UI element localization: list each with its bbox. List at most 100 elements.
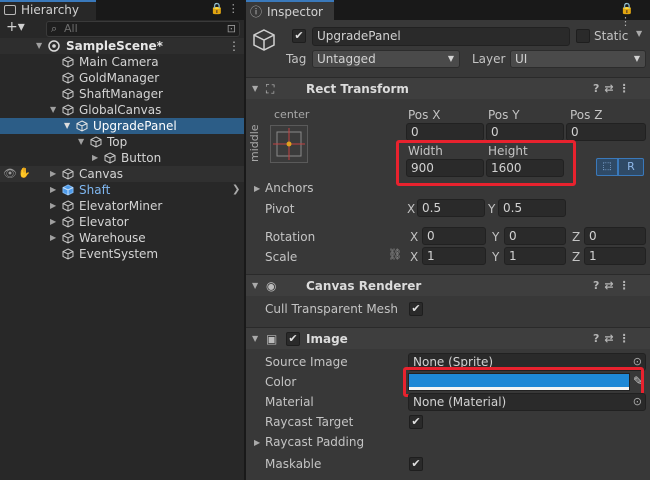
filter-icon[interactable]: ⊡ <box>227 22 236 36</box>
image-enabled-checkbox[interactable]: ✔ <box>286 332 300 346</box>
foldout-arrow-icon[interactable]: ▶ <box>254 438 260 447</box>
cull-transparent-mesh-checkbox[interactable]: ✔ <box>409 302 423 316</box>
search-input[interactable]: ⌕ All ⊡ <box>46 21 240 37</box>
hierarchy-tab[interactable]: Hierarchy <box>0 0 96 20</box>
list-item-label: Elevator <box>79 215 129 229</box>
expand-arrow-icon[interactable]: ▼ <box>50 102 56 118</box>
raycast-target-checkbox[interactable]: ✔ <box>409 415 423 429</box>
object-name-field[interactable]: UpgradePanel <box>312 27 570 46</box>
expand-arrow-icon[interactable]: ▼ <box>78 134 84 150</box>
list-item[interactable]: Main Camera <box>0 54 244 70</box>
help-icon[interactable]: ? <box>593 332 604 345</box>
component-controls: ?⇄⋮ <box>593 275 635 297</box>
raycast-padding-label: Raycast Padding <box>265 435 365 449</box>
scale-x-field[interactable]: 1 <box>422 247 486 265</box>
list-item[interactable]: ▶ ElevatorMiner <box>0 198 244 214</box>
more-icon[interactable]: ⋮ <box>620 15 635 28</box>
add-icon[interactable]: +▾ <box>6 19 25 35</box>
layer-dropdown[interactable]: UI ▼ <box>510 50 646 68</box>
static-checkbox[interactable] <box>576 29 590 43</box>
prefab-icon <box>62 184 74 196</box>
list-item[interactable]: GoldManager <box>0 70 244 86</box>
scene-row[interactable]: ▼ SampleScene* ⋮ <box>0 38 244 54</box>
foldout-arrow-icon[interactable]: ▼ <box>252 275 258 297</box>
pos-y-field[interactable]: 0 <box>486 123 564 141</box>
pos-z-field[interactable]: 0 <box>566 123 646 141</box>
list-item-label: GoldManager <box>79 71 160 85</box>
image-header[interactable]: ▼ ▣ ✔ Image ?⇄⋮ <box>246 327 650 349</box>
anchors-label: Anchors <box>265 181 314 195</box>
list-item[interactable]: ▼ Top <box>0 134 244 150</box>
scale-y-field[interactable]: 1 <box>504 247 566 265</box>
help-icon[interactable]: ? <box>593 82 604 95</box>
list-item-label: Button <box>121 151 162 165</box>
collapse-arrow-icon[interactable]: ▶ <box>50 198 56 214</box>
component-controls: ?⇄⋮ <box>593 328 635 350</box>
chevron-down-icon: ▼ <box>447 54 454 63</box>
scale-z-letter: Z <box>572 250 581 264</box>
list-item[interactable]: ShaftManager <box>0 86 244 102</box>
pos-y-label: Pos Y <box>488 108 520 122</box>
preset-icon[interactable]: ⇄ <box>604 332 618 345</box>
hierarchy-toolbar: +▾ ⌕ All ⊡ <box>0 19 244 38</box>
more-icon[interactable]: ⋮ <box>619 332 635 345</box>
expand-arrow-icon[interactable]: ▼ <box>36 38 42 54</box>
rotation-z-field[interactable]: 0 <box>584 227 646 245</box>
help-icon[interactable]: ? <box>593 279 604 292</box>
rotation-label: Rotation <box>265 230 316 244</box>
tag-dropdown[interactable]: Untagged ▼ <box>312 50 460 68</box>
more-icon[interactable]: ⋮ <box>228 38 240 54</box>
material-field[interactable]: None (Material) ⊙ <box>408 393 646 411</box>
list-item[interactable]: ▶ Shaft ❯ <box>0 182 244 198</box>
pick-hand-icon[interactable]: ✋ <box>18 166 30 182</box>
visibility-eye-icon[interactable]: 👁 <box>3 166 17 182</box>
canvas-renderer-header[interactable]: ▼ ◉ Canvas Renderer ?⇄⋮ <box>246 274 650 296</box>
rotation-x-field[interactable]: 0 <box>422 227 486 245</box>
pos-x-field[interactable]: 0 <box>406 123 484 141</box>
object-picker-icon[interactable]: ⊙ <box>633 394 642 410</box>
collapse-arrow-icon[interactable]: ▶ <box>50 214 56 230</box>
list-item-selected[interactable]: ▼ UpgradePanel <box>0 118 244 134</box>
list-item[interactable]: ▼ GlobalCanvas <box>0 102 244 118</box>
lock-icon[interactable]: 🔒 <box>210 2 228 15</box>
more-icon[interactable]: ⋮ <box>228 2 243 15</box>
more-icon[interactable]: ⋮ <box>619 279 635 292</box>
more-icon[interactable]: ⋮ <box>619 82 635 95</box>
static-dropdown-icon[interactable]: ▼ <box>636 29 642 38</box>
collapse-arrow-icon[interactable]: ▶ <box>50 230 56 246</box>
foldout-arrow-icon[interactable]: ▼ <box>252 78 258 100</box>
list-item[interactable]: 👁 ✋ ▶ Canvas <box>0 166 244 182</box>
anchor-presets-button[interactable] <box>270 125 308 163</box>
material-label: Material <box>265 395 314 409</box>
collapse-arrow-icon[interactable]: ▶ <box>50 182 56 198</box>
active-checkbox[interactable]: ✔ <box>292 29 306 43</box>
preset-icon[interactable]: ⇄ <box>604 279 618 292</box>
pivot-y-field[interactable]: 0.5 <box>498 199 566 217</box>
list-item[interactable]: ▶ Elevator <box>0 214 244 230</box>
layer-value: UI <box>515 52 528 66</box>
constrain-proportions-link-icon[interactable]: ⛓ <box>388 248 402 261</box>
rect-transform-header[interactable]: ▼ ⛶ Rect Transform ?⇄⋮ <box>246 77 650 99</box>
collapse-arrow-icon[interactable]: ▶ <box>50 166 56 182</box>
raw-edit-button[interactable]: R <box>618 158 644 176</box>
pivot-x-field[interactable]: 0.5 <box>417 199 485 217</box>
scale-z-field[interactable]: 1 <box>584 247 646 265</box>
blueprint-mode-button[interactable]: ⬚ <box>596 158 618 176</box>
foldout-arrow-icon[interactable]: ▶ <box>254 184 260 193</box>
inspector-tab[interactable]: ⓘ Inspector <box>246 0 334 20</box>
list-item[interactable]: ▶ Warehouse <box>0 230 244 246</box>
lock-icon[interactable]: 🔒 <box>620 2 638 15</box>
collapse-arrow-icon[interactable]: ▶ <box>92 150 98 166</box>
expand-arrow-icon[interactable]: ▼ <box>64 118 70 134</box>
foldout-arrow-icon[interactable]: ▼ <box>252 328 258 350</box>
pivot-x-letter: X <box>407 202 416 216</box>
preset-icon[interactable]: ⇄ <box>604 82 618 95</box>
image-title: Image <box>306 332 348 346</box>
list-item[interactable]: EventSystem <box>0 246 244 262</box>
gameobject-icon <box>62 216 74 228</box>
chevron-right-icon[interactable]: ❯ <box>232 182 240 198</box>
list-item[interactable]: ▶ Button <box>0 150 244 166</box>
gameobject-icon <box>62 168 74 180</box>
rotation-y-field[interactable]: 0 <box>504 227 566 245</box>
maskable-checkbox[interactable]: ✔ <box>409 457 423 471</box>
